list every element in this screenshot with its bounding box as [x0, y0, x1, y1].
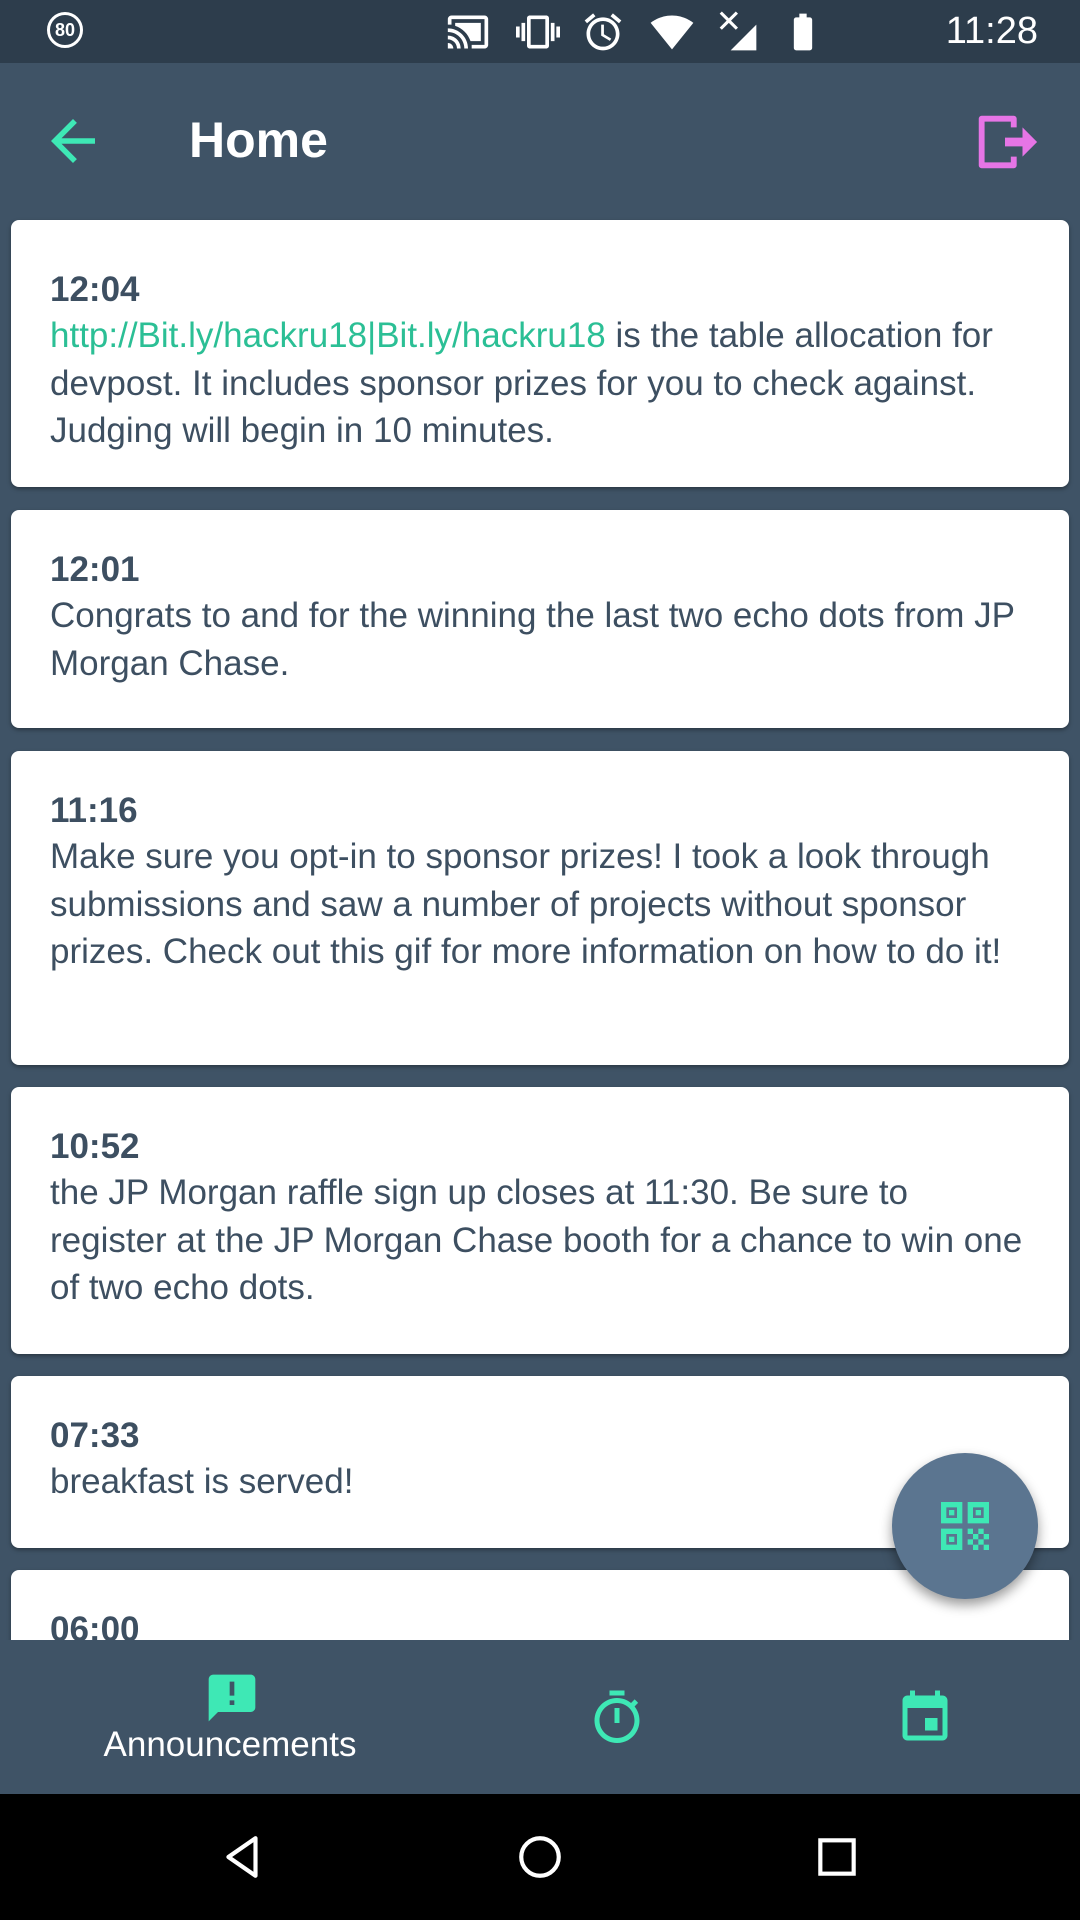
app-bar: Home [0, 63, 1080, 210]
battery-icon [793, 13, 813, 51]
no-signal-icon [719, 11, 757, 51]
announcement-text: http://Bit.ly/hackru18|Bit.ly/hackru18 i… [50, 316, 993, 450]
qr-code-icon [941, 1502, 989, 1550]
announcement-card[interactable]: 12:04 http://Bit.ly/hackru18|Bit.ly/hack… [11, 220, 1069, 487]
cast-icon [447, 15, 489, 49]
nav-item-timer[interactable] [577, 1640, 657, 1794]
back-button[interactable] [40, 108, 106, 174]
logout-button[interactable] [970, 107, 1040, 177]
announcement-card[interactable]: 06:00 [11, 1570, 1069, 1640]
announcement-text: Congrats to and for the winning the last… [50, 596, 1015, 683]
announcement-time: 12:04 [50, 270, 140, 309]
logout-icon [978, 115, 1038, 169]
notification-badge: 80 [47, 12, 83, 48]
page-title: Home [189, 112, 328, 168]
qr-scan-button[interactable] [892, 1453, 1038, 1599]
bottom-navigation: Announcements [0, 1640, 1080, 1794]
announcement-time: 06:00 [50, 1610, 140, 1640]
back-triangle-icon[interactable] [218, 1832, 268, 1882]
announcement-link[interactable]: http://Bit.ly/hackru18|Bit.ly/hackru18 [50, 316, 606, 355]
home-circle-icon[interactable] [515, 1832, 565, 1882]
nav-label-announcements: Announcements [103, 1725, 357, 1764]
nav-item-announcements[interactable]: Announcements [80, 1640, 380, 1794]
system-navigation-bar [0, 1794, 1080, 1920]
wifi-icon [650, 15, 694, 50]
announcement-time: 11:16 [50, 791, 138, 830]
nav-item-schedule[interactable] [885, 1640, 965, 1794]
announcement-feed[interactable]: 12:04 http://Bit.ly/hackru18|Bit.ly/hack… [0, 210, 1080, 1640]
announcement-text: breakfast is served! [50, 1462, 354, 1501]
alarm-icon [584, 13, 622, 51]
announcement-card[interactable]: 11:16 Make sure you opt-in to sponsor pr… [11, 751, 1069, 1065]
calendar-icon [902, 1690, 948, 1741]
announcement-time: 07:33 [50, 1416, 140, 1455]
status-bar: 80 11:28 [0, 0, 1080, 63]
clock: 11:28 [945, 10, 1038, 52]
announcement-time: 10:52 [50, 1127, 140, 1166]
announcement-time: 12:01 [50, 550, 140, 589]
arrow-left-icon [51, 119, 95, 163]
timer-icon [594, 1690, 640, 1743]
announcement-card[interactable]: 12:01 Congrats to and for the winning th… [11, 510, 1069, 728]
announcement-text: the JP Morgan raffle sign up closes at 1… [50, 1173, 1023, 1307]
announcement-icon [208, 1674, 256, 1722]
recents-square-icon[interactable] [812, 1832, 862, 1882]
announcement-text: Make sure you opt-in to sponsor prizes! … [50, 837, 1002, 971]
vibrate-icon [516, 15, 560, 49]
announcement-card[interactable]: 10:52 the JP Morgan raffle sign up close… [11, 1087, 1069, 1354]
